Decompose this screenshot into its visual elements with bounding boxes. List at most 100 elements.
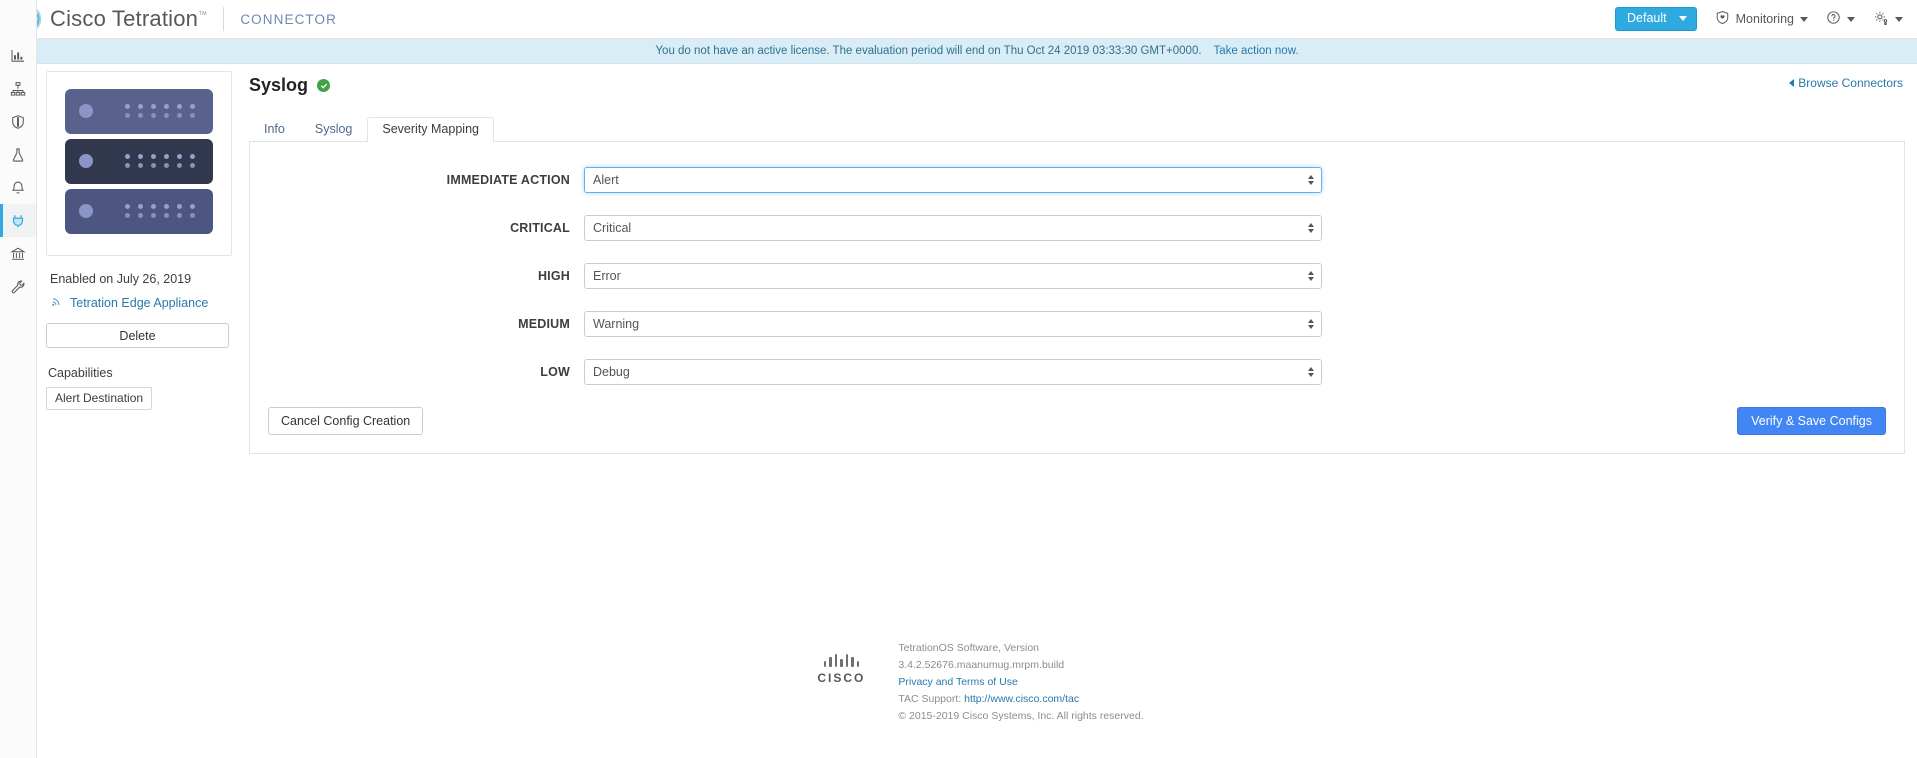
tab-syslog[interactable]: Syslog (300, 117, 368, 142)
select-medium[interactable]: Warning (584, 311, 1322, 337)
footer-version-line1: TetrationOS Software, Version (898, 642, 1040, 654)
server-led-grid (125, 204, 199, 218)
tetration-edge-appliance-link[interactable]: Tetration Edge Appliance (46, 295, 244, 311)
server-unit (65, 138, 213, 184)
check-circle-icon (317, 79, 331, 92)
connector-image-card (46, 71, 232, 256)
delete-button[interactable]: Delete (46, 323, 229, 348)
heart-shield-icon (1715, 10, 1730, 28)
capability-chip[interactable]: Alert Destination (46, 387, 153, 410)
select-wrapper-immediate-action: Alert (584, 167, 1322, 193)
top-navigation-bar: Cisco Tetration™ CONNECTOR Default Monit… (0, 0, 1917, 39)
verify-save-configs-button[interactable]: Verify & Save Configs (1737, 407, 1886, 435)
form-row-immediate-action: IMMEDIATE ACTION Alert (268, 167, 1886, 193)
question-circle-icon (1826, 10, 1841, 28)
select-immediate-action[interactable]: Alert (584, 167, 1322, 193)
tac-support-link[interactable]: http://www.cisco.com/tac (964, 693, 1079, 705)
take-action-link[interactable]: Take action now. (1214, 45, 1299, 57)
tab-severity-mapping[interactable]: Severity Mapping (367, 117, 494, 142)
brand-divider (223, 7, 225, 31)
server-rack-illustration (65, 88, 213, 239)
sidebar-item-inventory[interactable] (0, 72, 36, 105)
sidebar-item-connectors[interactable] (0, 204, 36, 237)
shield-icon (10, 114, 26, 130)
sitemap-icon (10, 81, 26, 97)
help-menu[interactable] (1826, 10, 1855, 28)
enabled-date-text: Enabled on July 26, 2019 (50, 272, 192, 286)
main-content: Syslog Info Syslog Severity Mapping IMME… (249, 71, 1905, 454)
page-title: Syslog (249, 75, 1905, 96)
privacy-terms-link[interactable]: Privacy and Terms of Use (898, 676, 1017, 688)
label-low: LOW (540, 365, 570, 379)
monitoring-menu[interactable]: Monitoring (1715, 10, 1808, 28)
scope-selector-label: Default (1627, 11, 1667, 26)
severity-mapping-panel: IMMEDIATE ACTION Alert CRITICAL Critical (249, 142, 1905, 454)
select-critical[interactable]: Critical (584, 215, 1322, 241)
flask-icon (10, 147, 26, 163)
bar-chart-icon (10, 48, 26, 64)
panel-actions: Cancel Config Creation Verify & Save Con… (268, 407, 1886, 435)
label-medium: MEDIUM (518, 317, 570, 331)
sidebar-item-security[interactable] (0, 105, 36, 138)
chevron-down-icon (1678, 16, 1687, 21)
monitoring-menu-label: Monitoring (1735, 12, 1794, 26)
tab-info[interactable]: Info (249, 117, 300, 142)
brand-name: Cisco Tetration™ (50, 6, 208, 31)
left-icon-rail (0, 0, 37, 758)
server-unit (65, 88, 213, 134)
sidebar-item-platform[interactable] (0, 237, 36, 270)
select-wrapper-critical: Critical (584, 215, 1322, 241)
sidebar-item-alerts[interactable] (0, 171, 36, 204)
settings-menu[interactable] (1873, 10, 1903, 29)
server-led-grid (125, 154, 199, 168)
select-wrapper-high: Error (584, 263, 1322, 289)
copyright-text: © 2015-2019 Cisco Systems, Inc. All righ… (898, 710, 1144, 722)
form-row-medium: MEDIUM Warning (268, 311, 1886, 337)
sidebar-item-dashboard[interactable] (0, 39, 36, 72)
select-low[interactable]: Debug (584, 359, 1322, 385)
sidebar-item-experiments[interactable] (0, 138, 36, 171)
page-footer: CISCO TetrationOS Software, Version 3.4.… (37, 640, 1917, 725)
cisco-wordmark: CISCO (817, 671, 866, 685)
form-row-low: LOW Debug (268, 359, 1886, 385)
select-wrapper-medium: Warning (584, 311, 1322, 337)
cisco-bars (810, 654, 872, 667)
bell-icon (10, 180, 26, 196)
nav-right-group: Default Monitoring (1615, 7, 1917, 31)
select-high[interactable]: Error (584, 263, 1322, 289)
footer-text-block: TetrationOS Software, Version 3.4.2.5267… (898, 640, 1143, 725)
trademark-mark: ™ (198, 9, 208, 20)
license-banner: You do not have an active license. The e… (37, 39, 1917, 64)
server-unit (65, 188, 213, 234)
bank-icon (10, 246, 26, 262)
scope-selector-button[interactable]: Default (1615, 7, 1697, 31)
label-immediate-action: IMMEDIATE ACTION (446, 173, 570, 187)
capabilities-title: Capabilities (48, 366, 113, 380)
server-power-dot (79, 154, 93, 168)
label-critical: CRITICAL (510, 221, 570, 235)
sidebar-item-maintenance[interactable] (0, 270, 36, 303)
connector-sidebar: Enabled on July 26, 2019 Tetration Edge … (46, 71, 244, 410)
tab-bar: Info Syslog Severity Mapping (249, 115, 1905, 142)
wrench-icon (10, 279, 26, 295)
chevron-down-icon (1895, 16, 1903, 22)
page-title-text: Syslog (249, 75, 309, 95)
capabilities-list: Alert Destination (46, 380, 244, 410)
footer-version-line2: 3.4.2.52676.maanumug.mrpm.build (898, 659, 1065, 671)
form-row-critical: CRITICAL Critical (268, 215, 1886, 241)
chevron-down-icon (1847, 16, 1855, 22)
form-row-high: HIGH Error (268, 263, 1886, 289)
chevron-down-icon (1800, 16, 1808, 22)
cisco-logo-icon: CISCO (810, 640, 872, 685)
server-power-dot (79, 204, 93, 218)
label-high: HIGH (537, 269, 570, 283)
cancel-config-creation-button[interactable]: Cancel Config Creation (268, 407, 424, 435)
app-section-label: CONNECTOR (240, 11, 337, 27)
broadcast-signal-icon (50, 295, 63, 311)
tac-support-prefix: TAC Support: (898, 693, 962, 705)
plug-icon (10, 213, 26, 229)
tetration-edge-appliance-label: Tetration Edge Appliance (70, 296, 209, 310)
server-power-dot (79, 104, 93, 118)
license-banner-message: You do not have an active license. The e… (655, 45, 1202, 57)
select-wrapper-low: Debug (584, 359, 1322, 385)
